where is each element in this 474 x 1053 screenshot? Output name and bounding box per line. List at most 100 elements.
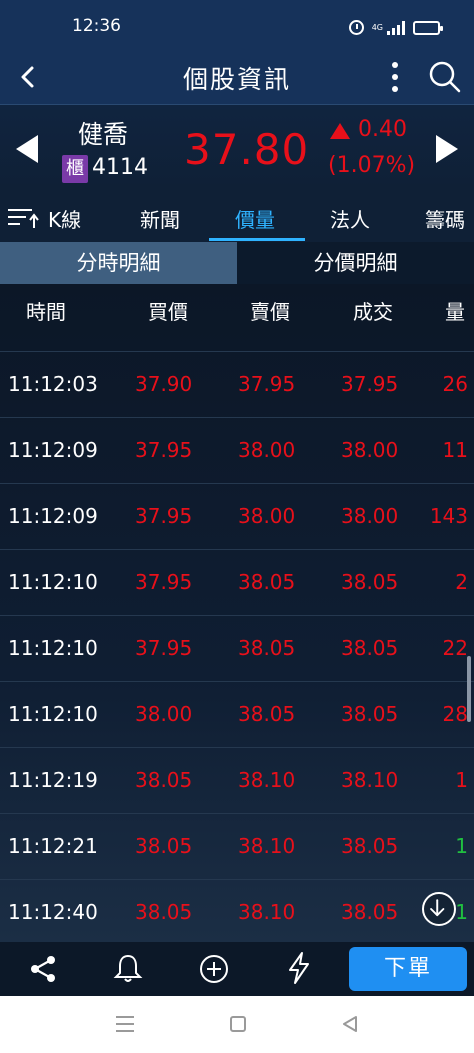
signal-icon xyxy=(387,20,405,35)
cell-volume: 143 xyxy=(429,504,468,528)
subtab-price-detail[interactable]: 分價明細 xyxy=(237,242,474,284)
cell-deal: 38.05 xyxy=(341,702,399,726)
cell-deal: 38.05 xyxy=(341,636,399,660)
cell-time: 11:12:10 xyxy=(8,702,98,726)
table-row: 11:12:21 38.05 38.10 38.05 1 xyxy=(0,814,474,880)
stock-price: 37.80 xyxy=(184,125,310,174)
cell-volume: 1 xyxy=(455,768,468,792)
stock-name: 健喬 xyxy=(78,120,129,149)
cell-volume: 22 xyxy=(442,636,468,660)
cell-bid: 38.00 xyxy=(135,702,193,726)
cell-ask: 38.00 xyxy=(238,438,296,462)
subtab-time-detail[interactable]: 分時明細 xyxy=(0,242,237,284)
cell-ask: 38.10 xyxy=(238,768,296,792)
up-arrow-icon xyxy=(330,123,350,139)
cell-bid: 37.95 xyxy=(135,438,193,462)
table-row: 11:12:03 37.90 37.95 37.95 26 xyxy=(0,352,474,418)
table-row: 11:12:09 37.95 38.00 38.00 11 xyxy=(0,418,474,484)
status-time: 12:36 xyxy=(72,16,121,36)
header-ask: 賣價 xyxy=(250,300,290,324)
search-icon[interactable] xyxy=(428,60,462,94)
cell-time: 11:12:03 xyxy=(8,372,98,396)
cell-time: 11:12:40 xyxy=(8,900,98,924)
alarm-icon xyxy=(348,20,364,35)
price-change-percent: (1.07%) xyxy=(328,153,416,178)
cell-volume: 11 xyxy=(442,438,468,462)
cell-ask: 38.00 xyxy=(238,504,296,528)
bottom-toolbar: 下單 xyxy=(0,942,474,996)
cell-volume: 1 xyxy=(455,900,468,924)
battery-icon xyxy=(413,20,443,35)
cell-bid: 37.95 xyxy=(135,636,193,660)
cell-ask: 37.95 xyxy=(238,372,296,396)
cell-ask: 38.10 xyxy=(238,834,296,858)
table-header: 時間 買價 賣價 成交 量 xyxy=(0,284,474,352)
home-icon[interactable] xyxy=(230,1016,246,1032)
cell-volume: 1 xyxy=(455,834,468,858)
recent-apps-icon[interactable] xyxy=(116,1016,134,1032)
stock-info-bar: 健喬 櫃 4114 37.80 0.40 (1.07%) xyxy=(0,104,474,190)
more-icon[interactable] xyxy=(388,62,402,92)
price-change: 0.40 xyxy=(358,117,407,142)
status-icons: 4G xyxy=(348,20,443,35)
cell-deal: 37.95 xyxy=(341,372,399,396)
market-badge: 櫃 xyxy=(62,155,88,183)
bell-icon[interactable] xyxy=(112,952,144,984)
cell-volume: 2 xyxy=(455,570,468,594)
header-bid: 買價 xyxy=(148,300,188,324)
network-type: 4G xyxy=(371,22,383,32)
add-icon[interactable] xyxy=(198,953,230,985)
cell-deal: 38.05 xyxy=(341,900,399,924)
header-deal: 成交 xyxy=(353,300,393,324)
cell-volume: 28 xyxy=(442,702,468,726)
table-row: 11:12:10 38.00 38.05 38.05 28 xyxy=(0,682,474,748)
cell-bid: 38.05 xyxy=(135,768,193,792)
cell-time: 11:12:10 xyxy=(8,636,98,660)
cell-deal: 38.05 xyxy=(341,834,399,858)
cell-ask: 38.10 xyxy=(238,900,296,924)
header-time: 時間 xyxy=(26,300,66,324)
kline-icon xyxy=(8,209,39,228)
cell-ask: 38.05 xyxy=(238,702,296,726)
cell-volume: 26 xyxy=(442,372,468,396)
cell-bid: 37.95 xyxy=(135,570,193,594)
cell-time: 11:12:19 xyxy=(8,768,98,792)
sub-tabs: 分時明細 分價明細 xyxy=(0,242,474,284)
main-tabs: K線 新聞 價量 法人 籌碼 xyxy=(0,190,474,242)
cell-deal: 38.00 xyxy=(341,438,399,462)
cell-bid: 37.90 xyxy=(135,372,193,396)
active-tab-indicator xyxy=(209,238,305,241)
tab-institutional[interactable]: 法人 xyxy=(330,204,370,233)
prev-stock-icon[interactable] xyxy=(16,135,38,163)
cell-time: 11:12:10 xyxy=(8,570,98,594)
scroll-down-icon[interactable] xyxy=(422,892,456,926)
table-row: 11:12:19 38.05 38.10 38.10 1 xyxy=(0,748,474,814)
tab-chips[interactable]: 籌碼 xyxy=(425,204,465,233)
cell-ask: 38.05 xyxy=(238,636,296,660)
table-row: 11:12:10 37.95 38.05 38.05 22 xyxy=(0,616,474,682)
tab-price-volume[interactable]: 價量 xyxy=(235,204,275,233)
system-nav-bar xyxy=(0,996,474,1053)
tab-news[interactable]: 新聞 xyxy=(140,204,180,233)
cell-bid: 38.05 xyxy=(135,834,193,858)
table-row: 11:12:40 38.05 38.10 38.05 1 xyxy=(0,880,474,942)
cell-ask: 38.05 xyxy=(238,570,296,594)
flash-icon[interactable] xyxy=(286,951,312,985)
trade-detail-table[interactable]: 時間 買價 賣價 成交 量 11:12:03 37.90 37.95 37.95 26 1… xyxy=(0,284,474,942)
page-title: 個股資訊 xyxy=(182,65,291,94)
share-icon[interactable] xyxy=(28,954,58,984)
cell-bid: 38.05 xyxy=(135,900,193,924)
tab-kline[interactable]: K線 xyxy=(48,204,81,233)
next-stock-icon[interactable] xyxy=(436,135,458,163)
status-bar: 12:36 4G xyxy=(0,0,474,50)
system-back-icon[interactable] xyxy=(342,1016,358,1032)
cell-deal: 38.00 xyxy=(341,504,399,528)
table-row: 11:12:10 37.95 38.05 38.05 2 xyxy=(0,550,474,616)
stock-code: 4114 xyxy=(92,155,148,180)
cell-time: 11:12:21 xyxy=(8,834,98,858)
header-volume: 量 xyxy=(445,300,465,324)
top-bar: 個股資訊 xyxy=(0,50,474,104)
cell-time: 11:12:09 xyxy=(8,438,98,462)
scrollbar-thumb[interactable] xyxy=(467,656,471,722)
order-button[interactable]: 下單 xyxy=(349,947,467,991)
